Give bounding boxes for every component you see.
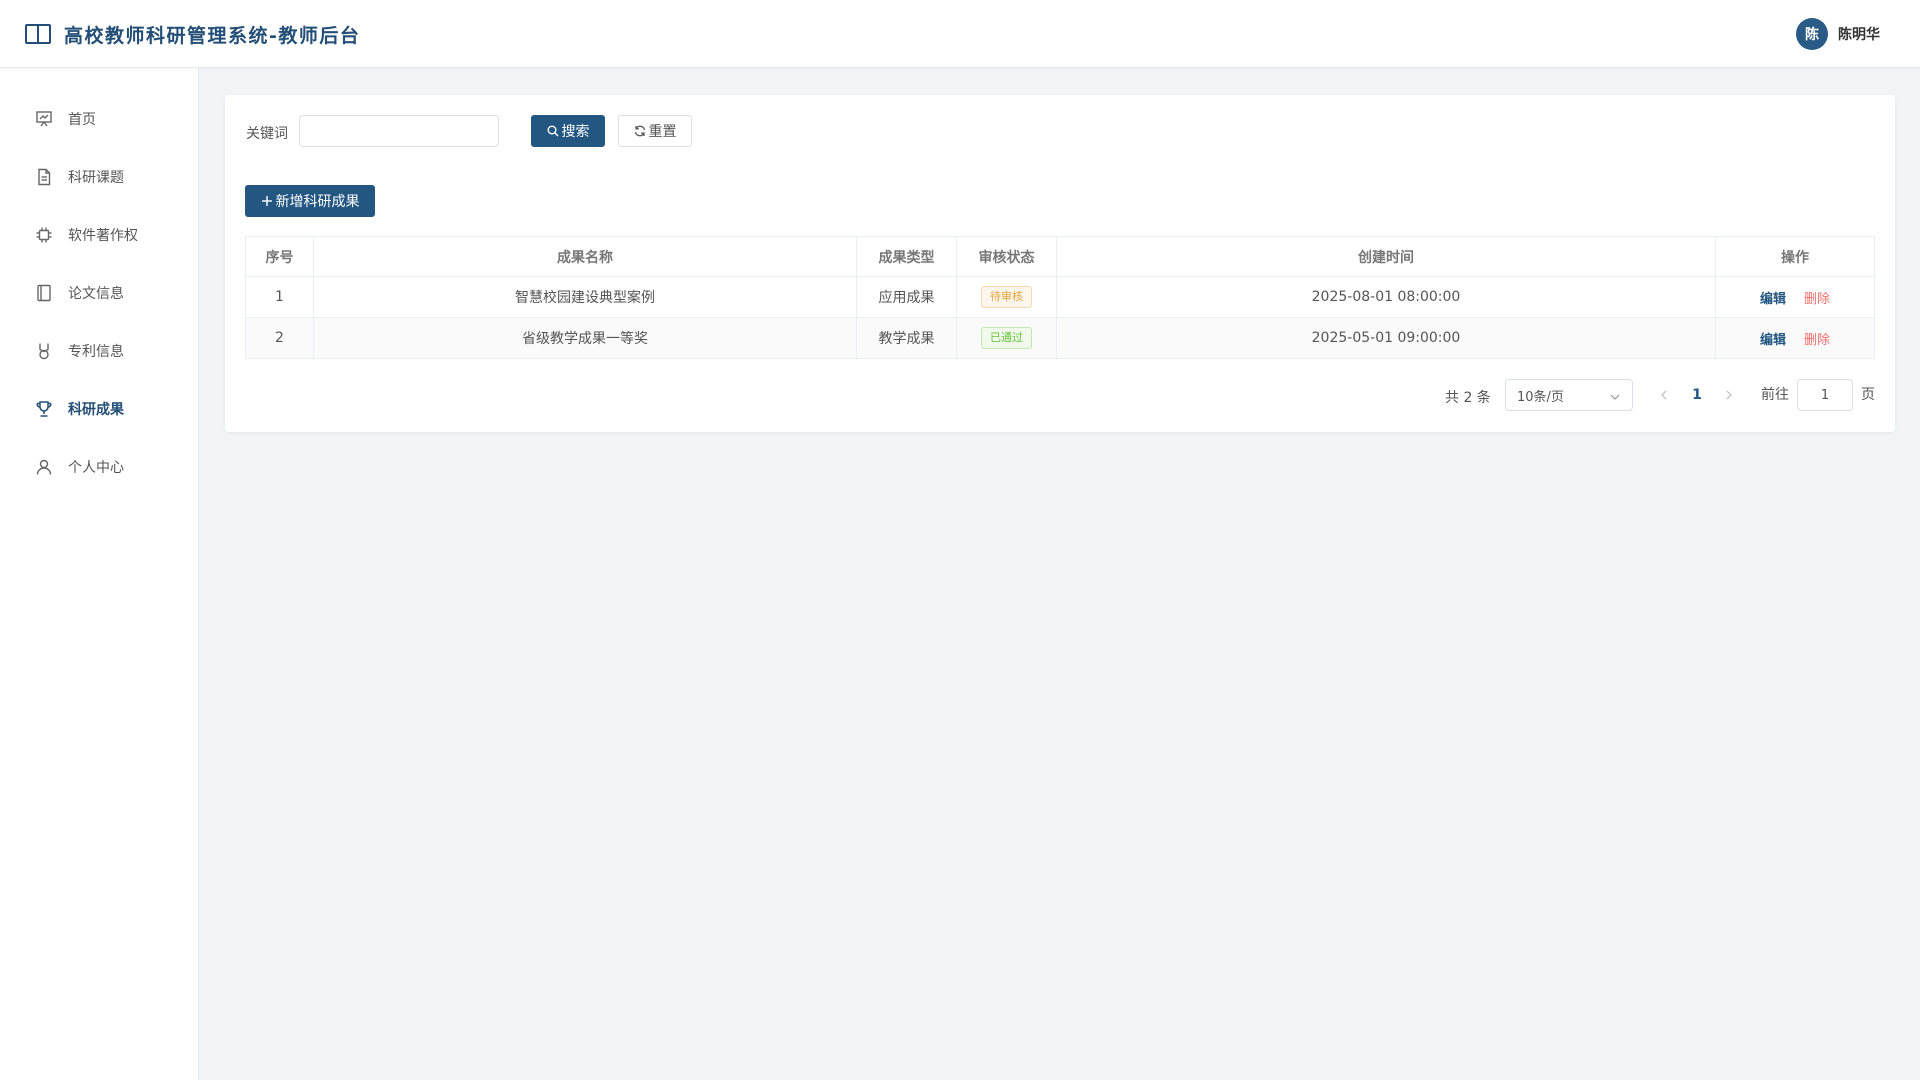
cell-actions: 编辑 删除: [1715, 317, 1875, 359]
refresh-icon: [634, 125, 645, 137]
chip-icon: [36, 227, 52, 243]
app-title: 高校教师科研管理系统-教师后台: [64, 25, 361, 47]
cell-index: 1: [245, 276, 314, 318]
add-achievement-button[interactable]: 新增科研成果: [245, 185, 375, 217]
top-header: 高校教师科研管理系统-教师后台 陈 陈明华: [0, 0, 1920, 68]
column-header-created: 创建时间: [1056, 236, 1716, 277]
sidebar-item-patents[interactable]: 专利信息: [0, 322, 198, 380]
edit-link[interactable]: 编辑: [1760, 333, 1786, 348]
notebook-icon: [37, 284, 51, 302]
sidebar-item-home[interactable]: 首页: [0, 90, 198, 148]
goto-page-input[interactable]: [1797, 379, 1853, 411]
column-header-status: 审核状态: [956, 236, 1057, 277]
cell-actions: 编辑 删除: [1715, 276, 1875, 318]
sidebar-item-label: 个人中心: [68, 460, 124, 476]
pagination-total: 共 2 条: [1445, 390, 1491, 406]
sidebar-item-label: 首页: [68, 112, 96, 128]
sidebar-item-papers[interactable]: 论文信息: [0, 264, 198, 322]
sidebar-item-profile[interactable]: 个人中心: [0, 438, 198, 496]
status-badge: 已通过: [981, 327, 1032, 349]
sidebar-item-achievements[interactable]: 科研成果: [0, 380, 198, 438]
delete-link[interactable]: 删除: [1804, 292, 1830, 307]
page-number-current[interactable]: 1: [1687, 379, 1707, 411]
plus-icon: [261, 196, 272, 206]
status-badge: 待审核: [981, 286, 1032, 308]
search-button[interactable]: 搜索: [531, 115, 605, 147]
goto-label: 前往: [1761, 387, 1789, 403]
cell-created: 2025-05-01 09:00:00: [1056, 317, 1716, 359]
search-icon: [547, 125, 558, 137]
goto-unit: 页: [1861, 387, 1875, 403]
page-size-value: 10条/页: [1517, 389, 1564, 405]
delete-link[interactable]: 删除: [1804, 333, 1830, 348]
document-icon: [38, 168, 51, 186]
sidebar-item-label: 论文信息: [68, 286, 124, 302]
sidebar: 首页 科研课题 软件著作权 论文信息 专利信息 科研成果 个人中心: [0, 68, 199, 1080]
achievements-table: 序号 成果名称 成果类型 审核状态 创建时间 操作 1 智慧校园建设典型案例 应…: [245, 236, 1875, 359]
column-header-actions: 操作: [1715, 236, 1875, 277]
sidebar-item-label: 专利信息: [68, 344, 124, 360]
user-icon: [36, 459, 52, 475]
chevron-down-icon: [1610, 394, 1620, 400]
cell-created: 2025-08-01 08:00:00: [1056, 276, 1716, 318]
book-logo-icon: [25, 24, 51, 44]
sidebar-item-label: 科研成果: [68, 402, 124, 418]
cell-name: 省级教学成果一等奖: [313, 317, 857, 359]
medal-icon: [39, 343, 49, 360]
cell-name: 智慧校园建设典型案例: [313, 276, 857, 318]
column-header-name: 成果名称: [313, 236, 857, 277]
sidebar-item-projects[interactable]: 科研课题: [0, 148, 198, 206]
sidebar-item-label: 软件著作权: [68, 228, 138, 244]
cell-type: 应用成果: [856, 276, 957, 318]
table-header-row: 序号 成果名称 成果类型 审核状态 创建时间 操作: [245, 236, 1875, 277]
table-row: 2 省级教学成果一等奖 教学成果 已通过 2025-05-01 09:00:00…: [245, 317, 1875, 359]
trophy-icon: [36, 401, 52, 417]
sidebar-item-software-copyright[interactable]: 软件著作权: [0, 206, 198, 264]
keyword-input[interactable]: [299, 115, 499, 147]
reset-button[interactable]: 重置: [618, 115, 692, 147]
user-menu[interactable]: 陈 陈明华: [1796, 18, 1880, 50]
add-button-label: 新增科研成果: [275, 194, 360, 210]
reset-button-label: 重置: [648, 124, 677, 140]
sidebar-item-label: 科研课题: [68, 170, 124, 186]
page-size-select[interactable]: 10条/页: [1505, 379, 1633, 411]
content-card: 关键词 搜索 重置 新增科研成果 序号 成果名称 成果类型 审核状态 创建时间 …: [225, 95, 1895, 432]
edit-link[interactable]: 编辑: [1760, 292, 1786, 307]
keyword-label: 关键词: [246, 126, 288, 142]
search-button-label: 搜索: [561, 124, 590, 140]
table-row: 1 智慧校园建设典型案例 应用成果 待审核 2025-08-01 08:00:0…: [245, 276, 1875, 318]
cell-status: 已通过: [956, 317, 1057, 359]
column-header-type: 成果类型: [856, 236, 957, 277]
cell-index: 2: [245, 317, 314, 359]
user-name[interactable]: 陈明华: [1838, 24, 1880, 44]
avatar[interactable]: 陈: [1796, 18, 1828, 50]
column-header-index: 序号: [245, 236, 314, 277]
prev-page-icon[interactable]: [1657, 388, 1671, 402]
cell-type: 教学成果: [856, 317, 957, 359]
cell-status: 待审核: [956, 276, 1057, 318]
next-page-icon[interactable]: [1722, 388, 1736, 402]
presentation-icon: [36, 111, 52, 127]
